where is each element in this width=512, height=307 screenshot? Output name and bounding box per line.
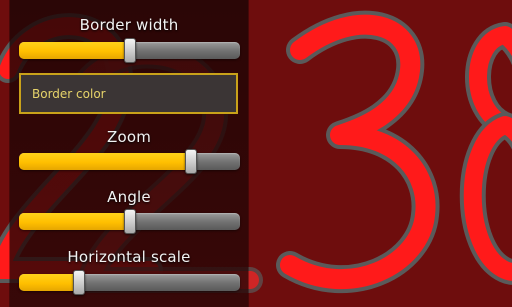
slider-thumb[interactable] — [123, 38, 136, 63]
slider-fill — [19, 213, 130, 230]
slider-thumb[interactable] — [72, 270, 85, 295]
slider-fill — [19, 274, 79, 291]
horizontal-scale-slider[interactable] — [19, 270, 240, 295]
slider-fill — [19, 153, 192, 170]
border-color-label: Border color — [32, 87, 106, 101]
slider-track[interactable] — [19, 274, 240, 291]
border-width-slider[interactable] — [19, 38, 240, 63]
horizontal-scale-label: Horizontal scale — [67, 248, 191, 266]
zoom-label: Zoom — [106, 128, 152, 146]
slider-thumb[interactable] — [123, 209, 136, 234]
slider-thumb[interactable] — [185, 149, 198, 174]
border-width-label: Border width — [79, 16, 179, 34]
angle-slider[interactable] — [19, 209, 240, 234]
border-color-button[interactable]: Border color — [19, 73, 238, 114]
slider-track[interactable] — [19, 153, 240, 170]
slider-fill — [19, 42, 130, 59]
zoom-slider[interactable] — [19, 149, 240, 174]
angle-label: Angle — [107, 188, 151, 206]
